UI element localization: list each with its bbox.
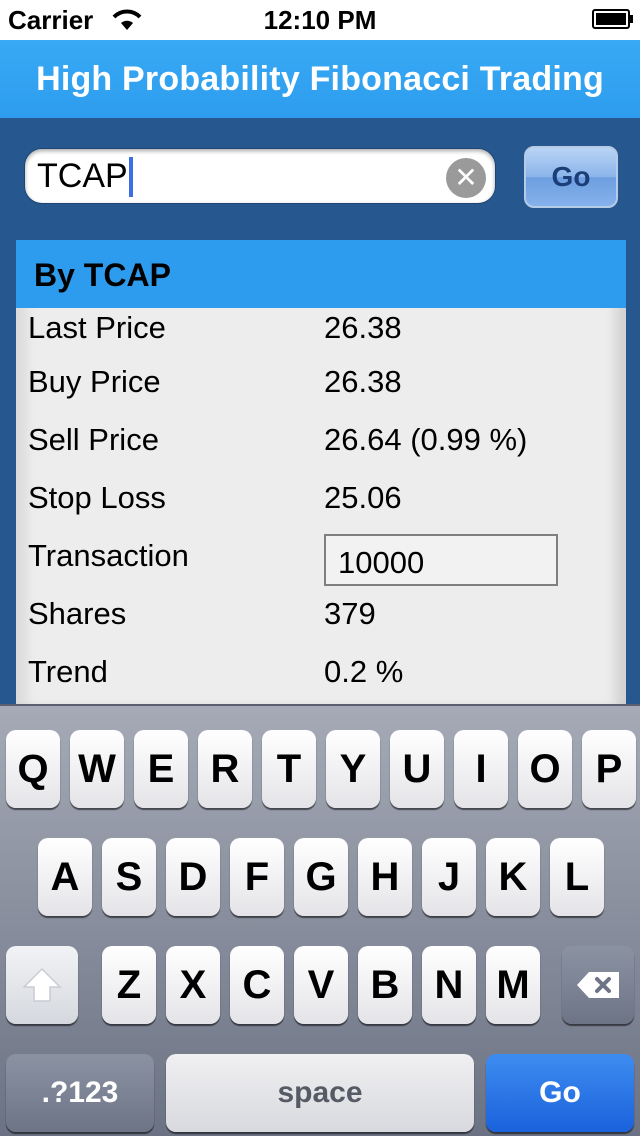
row-trend: Trend 0.2 % xyxy=(16,654,626,704)
row-label: Transaction xyxy=(28,538,189,573)
row-value: 25.06 xyxy=(324,480,402,515)
row-label: Last Price xyxy=(28,310,166,345)
row-shares: Shares 379 xyxy=(16,596,626,646)
numbers-key[interactable]: .?123 xyxy=(6,1054,154,1132)
transaction-amount-input[interactable] xyxy=(324,534,558,586)
keyboard: Q W E R T Y U I O P A S D F G H J K L Z … xyxy=(0,704,640,1136)
go-key[interactable]: Go xyxy=(486,1054,634,1132)
key-z[interactable]: Z xyxy=(102,946,156,1024)
row-value: 379 xyxy=(324,596,376,631)
row-transaction: Transaction xyxy=(16,534,626,588)
row-label: Sell Price xyxy=(28,422,159,457)
row-value: 0.2 % xyxy=(324,654,404,689)
key-h[interactable]: H xyxy=(358,838,412,916)
results-heading: By TCAP xyxy=(16,240,626,308)
key-p[interactable]: P xyxy=(582,730,636,808)
backspace-icon xyxy=(577,972,619,998)
row-label: Trend xyxy=(28,654,108,689)
key-i[interactable]: I xyxy=(454,730,508,808)
row-value: 26.64 (0.99 %) xyxy=(324,422,528,457)
row-last-price: Last Price 26.38 xyxy=(16,310,626,360)
title-bar: High Probability Fibonacci Trading xyxy=(0,40,640,118)
clear-icon[interactable]: ✕ xyxy=(446,158,486,198)
key-s[interactable]: S xyxy=(102,838,156,916)
key-d[interactable]: D xyxy=(166,838,220,916)
key-t[interactable]: T xyxy=(262,730,316,808)
row-value: 26.38 xyxy=(324,310,402,345)
key-j[interactable]: J xyxy=(422,838,476,916)
status-time: 12:10 PM xyxy=(263,5,377,35)
go-button[interactable]: Go xyxy=(524,146,618,208)
row-label: Buy Price xyxy=(28,364,161,399)
key-f[interactable]: F xyxy=(230,838,284,916)
shift-arrow-icon xyxy=(22,967,62,1002)
key-c[interactable]: C xyxy=(230,946,284,1024)
text-cursor xyxy=(129,157,133,197)
backspace-key[interactable] xyxy=(562,946,634,1024)
key-v[interactable]: V xyxy=(294,946,348,1024)
key-u[interactable]: U xyxy=(390,730,444,808)
key-n[interactable]: N xyxy=(422,946,476,1024)
status-bar: Carrier 12:10 PM xyxy=(0,0,640,40)
key-y[interactable]: Y xyxy=(326,730,380,808)
row-label: Shares xyxy=(28,596,127,631)
key-b[interactable]: B xyxy=(358,946,412,1024)
key-l[interactable]: L xyxy=(550,838,604,916)
results-card: By TCAP Last Price 26.38 Buy Price 26.38… xyxy=(16,240,626,710)
key-w[interactable]: W xyxy=(70,730,124,808)
symbol-search-input[interactable] xyxy=(37,153,437,199)
key-e[interactable]: E xyxy=(134,730,188,808)
key-o[interactable]: O xyxy=(518,730,572,808)
shift-key[interactable] xyxy=(6,946,78,1024)
key-m[interactable]: M xyxy=(486,946,540,1024)
space-key[interactable]: space xyxy=(166,1054,474,1132)
symbol-search-field[interactable] xyxy=(24,148,496,204)
row-sell-price: Sell Price 26.64 (0.99 %) xyxy=(16,422,626,472)
row-buy-price: Buy Price 26.38 xyxy=(16,364,626,414)
row-label: Stop Loss xyxy=(28,480,166,515)
key-r[interactable]: R xyxy=(198,730,252,808)
row-stop-loss: Stop Loss 25.06 xyxy=(16,480,626,530)
key-x[interactable]: X xyxy=(166,946,220,1024)
key-a[interactable]: A xyxy=(38,838,92,916)
row-value: 26.38 xyxy=(324,364,402,399)
key-k[interactable]: K xyxy=(486,838,540,916)
battery-icon xyxy=(592,9,633,29)
key-q[interactable]: Q xyxy=(6,730,60,808)
key-g[interactable]: G xyxy=(294,838,348,916)
page-title: High Probability Fibonacci Trading xyxy=(36,59,604,98)
